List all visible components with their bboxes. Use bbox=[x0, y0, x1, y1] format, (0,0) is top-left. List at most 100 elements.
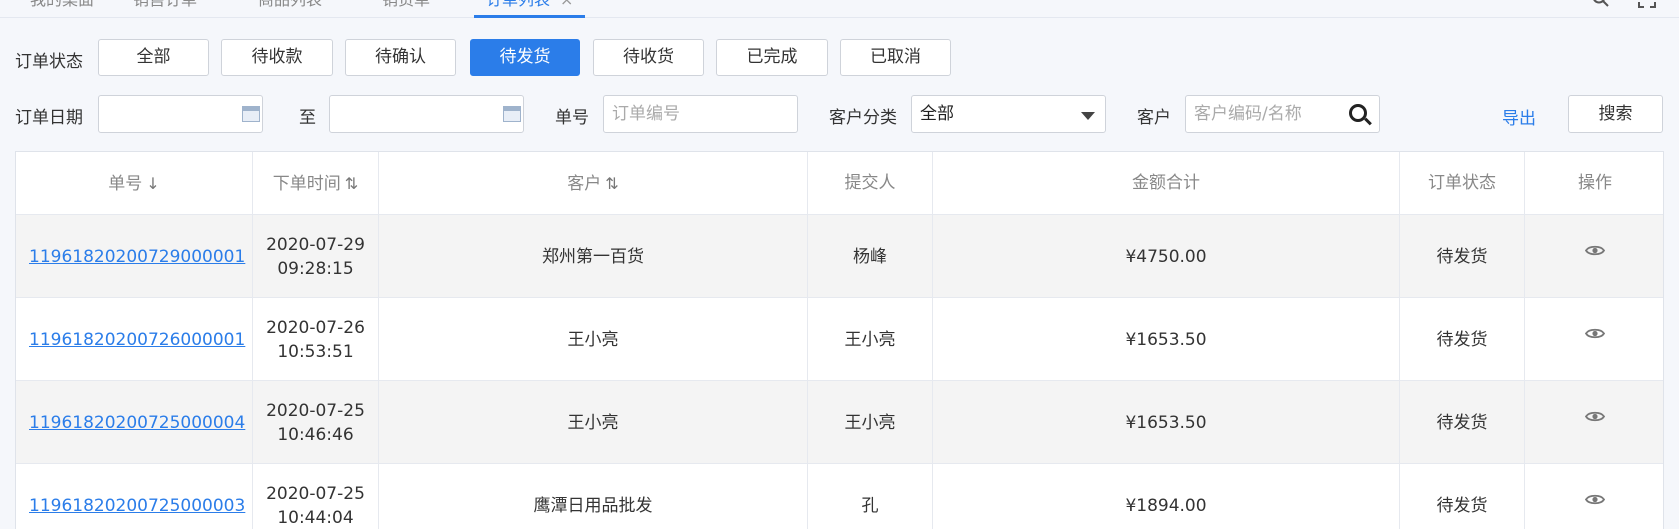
cell-amount: ¥1894.00 bbox=[933, 464, 1400, 529]
order-no-input[interactable]: 订单编号 bbox=[603, 95, 798, 133]
order-date: 2020-07-25 bbox=[266, 400, 365, 421]
eye-icon[interactable] bbox=[1585, 410, 1605, 423]
cell-submitter: 孔 bbox=[808, 464, 933, 529]
status-pending-confirm-button[interactable]: 待确认 bbox=[345, 39, 456, 76]
cell-submitter: 王小亮 bbox=[808, 381, 933, 464]
calendar-icon[interactable] bbox=[503, 106, 521, 122]
amount-text: ¥4750.00 bbox=[1125, 246, 1207, 267]
status-text: 待发货 bbox=[1436, 329, 1488, 350]
col-order-no[interactable]: 单号 ↓ bbox=[16, 152, 253, 215]
cell-order-time: 2020-07-25 10:44:04 bbox=[253, 464, 379, 529]
sort-both-icon[interactable]: ⇅ bbox=[605, 174, 618, 193]
eye-icon[interactable] bbox=[1585, 327, 1605, 340]
tab-label: 订单列表 bbox=[486, 0, 550, 9]
submitter-text: 王小亮 bbox=[844, 329, 896, 350]
tab-label: 销货单 bbox=[382, 0, 430, 9]
search-button[interactable]: 搜索 bbox=[1568, 95, 1663, 133]
tab-label: 我的桌面 bbox=[30, 0, 94, 9]
order-no-link[interactable]: 11961820200726000001 bbox=[29, 328, 245, 352]
export-link[interactable]: 导出 bbox=[1502, 104, 1536, 129]
sort-both-icon[interactable]: ⇅ bbox=[345, 174, 358, 193]
customer-text: 王小亮 bbox=[567, 329, 619, 350]
table-row: 11961820200729000001 2020-07-29 09:28:15 郑州… bbox=[16, 215, 1663, 298]
status-completed-button[interactable]: 已完成 bbox=[716, 39, 828, 76]
order-date: 2020-07-26 bbox=[266, 317, 365, 338]
customer-category-select[interactable]: 全部 bbox=[911, 95, 1106, 133]
cell-submitter: 王小亮 bbox=[808, 298, 933, 381]
cell-customer: 郑州第一百货 bbox=[379, 215, 808, 298]
tab-order-list[interactable]: 订单列表 × bbox=[474, 0, 586, 18]
cell-status: 待发货 bbox=[1400, 298, 1525, 381]
order-no-placeholder: 订单编号 bbox=[612, 104, 680, 124]
end-date-input[interactable] bbox=[329, 95, 524, 133]
col-order-time[interactable]: 下单时间 ⇅ bbox=[253, 152, 379, 215]
order-no-link[interactable]: 11961820200729000001 bbox=[29, 245, 245, 269]
customer-search-input[interactable]: 客户编码/名称 bbox=[1185, 95, 1380, 133]
status-text: 待发货 bbox=[1436, 412, 1488, 433]
cell-order-time: 2020-07-25 10:46:46 bbox=[253, 381, 379, 464]
close-icon[interactable]: × bbox=[560, 0, 573, 9]
tab-desktop[interactable]: 我的桌面 bbox=[30, 0, 94, 18]
cell-order-time: 2020-07-26 10:53:51 bbox=[253, 298, 379, 381]
order-time: 09:28:15 bbox=[277, 258, 354, 279]
col-customer[interactable]: 客户 ⇅ bbox=[379, 152, 808, 215]
cell-status: 待发货 bbox=[1400, 215, 1525, 298]
date-range-separator: 至 bbox=[299, 108, 316, 128]
cell-customer: 鹰潭日用品批发 bbox=[379, 464, 808, 529]
status-text: 待发货 bbox=[1436, 495, 1488, 516]
order-status-label: 订单状态 bbox=[15, 52, 83, 72]
status-pending-payment-button[interactable]: 待收款 bbox=[221, 39, 333, 76]
status-all-button[interactable]: 全部 bbox=[98, 39, 209, 76]
cell-status: 待发货 bbox=[1400, 381, 1525, 464]
customer-label: 客户 bbox=[1137, 108, 1171, 128]
header-label: 操作 bbox=[1578, 173, 1612, 193]
calendar-icon[interactable] bbox=[242, 106, 260, 122]
status-text: 待发货 bbox=[1436, 246, 1488, 267]
table-header: 单号 ↓ 下单时间 ⇅ 客户 ⇅ 提交人 金额合计 订单状态 操作 bbox=[16, 152, 1663, 215]
tab-label: 销售订单 bbox=[133, 0, 197, 9]
order-date-label: 订单日期 bbox=[15, 108, 83, 128]
cell-amount: ¥1653.50 bbox=[933, 298, 1400, 381]
col-action: 操作 bbox=[1525, 152, 1663, 215]
tab-label: 商品列表 bbox=[258, 0, 322, 9]
status-pending-shipment-button[interactable]: 待发货 bbox=[470, 39, 580, 76]
cell-action bbox=[1525, 464, 1663, 529]
cell-order-no: 11961820200729000001 bbox=[16, 215, 253, 298]
col-submitter: 提交人 bbox=[808, 152, 933, 215]
order-no-link[interactable]: 11961820200725000004 bbox=[29, 411, 245, 435]
fullscreen-icon[interactable] bbox=[1638, 0, 1656, 12]
tab-sales-slip[interactable]: 销货单 bbox=[382, 0, 430, 18]
eye-icon[interactable] bbox=[1585, 244, 1605, 257]
submitter-text: 杨峰 bbox=[853, 246, 887, 267]
search-icon[interactable] bbox=[1349, 104, 1367, 122]
customer-text: 王小亮 bbox=[567, 412, 619, 433]
status-cancelled-button[interactable]: 已取消 bbox=[840, 39, 951, 76]
header-label: 下单时间 bbox=[272, 174, 341, 194]
status-pending-receipt-button[interactable]: 待收货 bbox=[593, 39, 704, 76]
header-label: 单号 bbox=[108, 174, 143, 194]
search-icon[interactable] bbox=[1592, 0, 1610, 12]
cell-customer: 王小亮 bbox=[379, 381, 808, 464]
order-no-link[interactable]: 11961820200725000003 bbox=[29, 494, 245, 518]
cell-action bbox=[1525, 215, 1663, 298]
submitter-text: 王小亮 bbox=[844, 412, 896, 433]
eye-icon[interactable] bbox=[1585, 493, 1605, 506]
cell-status: 待发货 bbox=[1400, 464, 1525, 529]
table-row: 11961820200726000001 2020-07-26 10:53:51 王小… bbox=[16, 298, 1663, 381]
cell-amount: ¥1653.50 bbox=[933, 381, 1400, 464]
customer-category-value: 全部 bbox=[920, 104, 954, 124]
cell-customer: 王小亮 bbox=[379, 298, 808, 381]
tab-product-list[interactable]: 商品列表 bbox=[258, 0, 322, 18]
order-no-label: 单号 bbox=[555, 108, 589, 128]
start-date-input[interactable] bbox=[98, 95, 263, 133]
col-status: 订单状态 bbox=[1400, 152, 1525, 215]
sort-down-icon[interactable]: ↓ bbox=[146, 174, 159, 193]
amount-text: ¥1653.50 bbox=[1125, 329, 1207, 350]
customer-text: 鹰潭日用品批发 bbox=[533, 495, 653, 516]
cell-action bbox=[1525, 381, 1663, 464]
tab-sales-order[interactable]: 销售订单 bbox=[133, 0, 197, 18]
order-time: 10:53:51 bbox=[277, 341, 354, 362]
order-date: 2020-07-29 bbox=[266, 234, 365, 255]
amount-text: ¥1894.00 bbox=[1125, 495, 1207, 516]
cell-submitter: 杨峰 bbox=[808, 215, 933, 298]
